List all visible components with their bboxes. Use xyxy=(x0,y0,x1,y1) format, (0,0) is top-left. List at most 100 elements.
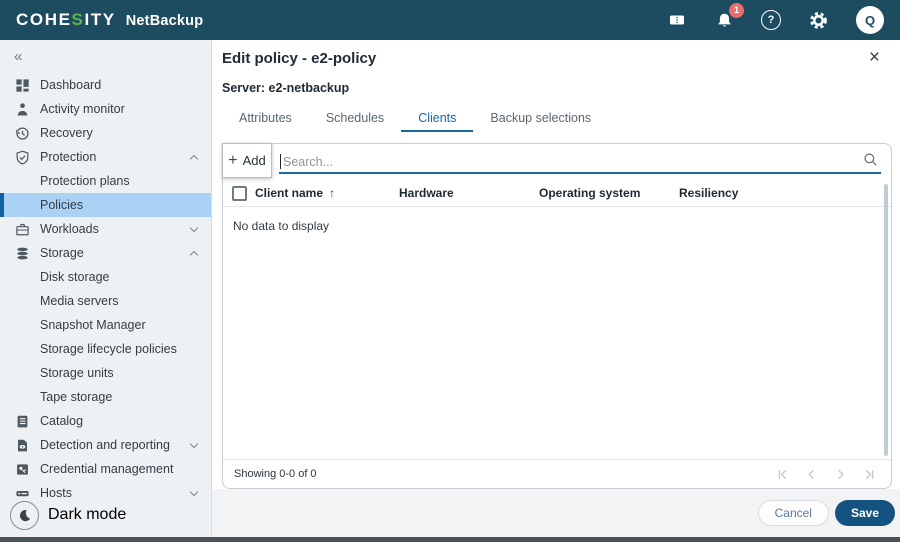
tab-clients[interactable]: Clients xyxy=(401,106,473,132)
sidebar-item-label: Policies xyxy=(40,198,83,212)
notification-badge: 1 xyxy=(729,3,744,18)
window-bottom-edge xyxy=(0,537,900,542)
sidebar-item-snapshot-manager[interactable]: Snapshot Manager xyxy=(0,313,211,337)
sidebar-collapse-button[interactable]: « xyxy=(0,40,211,67)
sidebar-item-label: Detection and reporting xyxy=(40,438,170,452)
sidebar-item-policies[interactable]: Policies xyxy=(0,193,211,217)
sidebar-item-label: Activity monitor xyxy=(40,102,125,116)
column-header-resiliency[interactable]: Resiliency xyxy=(679,186,891,200)
moon-icon xyxy=(10,501,39,530)
search-bar xyxy=(223,144,891,180)
search-focus-underline xyxy=(279,172,881,174)
text-caret xyxy=(280,154,281,169)
chevron-up-icon xyxy=(190,251,198,259)
sidebar-item-label: Disk storage xyxy=(40,270,109,284)
pagination-controls xyxy=(775,467,877,482)
sidebar-item-label: Protection plans xyxy=(40,174,130,188)
tab-attributes[interactable]: Attributes xyxy=(222,106,309,132)
column-header-hardware[interactable]: Hardware xyxy=(399,186,539,200)
dashboard-icon xyxy=(14,77,30,93)
close-icon[interactable]: × xyxy=(857,49,892,67)
sidebar-item-label: Dashboard xyxy=(40,78,101,92)
user-avatar[interactable]: Q xyxy=(856,6,884,34)
help-icon[interactable]: ? xyxy=(760,9,782,31)
chevron-down-icon xyxy=(190,440,198,448)
sidebar-item-protection[interactable]: Protection xyxy=(0,145,211,169)
sidebar-item-label: Recovery xyxy=(40,126,93,140)
sidebar-item-label: Storage lifecycle policies xyxy=(40,342,177,356)
sort-ascending-icon: ↑ xyxy=(329,186,335,200)
showing-count-label: Showing 0-0 of 0 xyxy=(234,468,317,480)
panel-action-bar: Cancel Save xyxy=(212,489,900,537)
storage-icon xyxy=(14,245,30,261)
column-header-client-name[interactable]: Client name↑ xyxy=(255,186,399,200)
first-page-icon[interactable] xyxy=(775,467,790,482)
workloads-icon xyxy=(14,221,30,237)
cancel-button[interactable]: Cancel xyxy=(758,500,829,526)
credential-management-icon xyxy=(14,461,30,477)
empty-state-message: No data to display xyxy=(233,219,329,233)
save-button[interactable]: Save xyxy=(835,500,895,526)
scrollbar-thumb[interactable] xyxy=(884,184,888,456)
sidebar-item-storage[interactable]: Storage xyxy=(0,241,211,265)
next-page-icon[interactable] xyxy=(833,467,848,482)
product-name: NetBackup xyxy=(126,13,204,29)
sidebar-item-detection-and-reporting[interactable]: Detection and reporting xyxy=(0,433,211,457)
sidebar-item-workloads[interactable]: Workloads xyxy=(0,217,211,241)
protection-shield-icon xyxy=(14,149,30,165)
search-icon[interactable] xyxy=(863,152,878,172)
cohesity-logo: COHESITY xyxy=(16,10,116,30)
table-footer: Showing 0-0 of 0 xyxy=(223,459,891,488)
column-header-operating-system[interactable]: Operating system xyxy=(539,186,679,200)
sidebar-item-label: Credential management xyxy=(40,462,173,476)
select-all-checkbox[interactable] xyxy=(232,186,247,201)
sidebar-item-label: Workloads xyxy=(40,222,99,236)
clients-table-card: + Add Client name↑ Hardware Operating sy… xyxy=(222,143,892,489)
chevron-down-icon xyxy=(190,224,198,232)
previous-page-icon[interactable] xyxy=(804,467,819,482)
sidebar-item-dashboard[interactable]: Dashboard xyxy=(0,73,211,97)
table-header-row: Client name↑ Hardware Operating system R… xyxy=(223,180,891,207)
catalog-icon xyxy=(14,413,30,429)
sidebar-item-recovery[interactable]: Recovery xyxy=(0,121,211,145)
chevron-up-icon xyxy=(190,155,198,163)
table-body: No data to display xyxy=(223,207,891,459)
tab-backup-selections[interactable]: Backup selections xyxy=(473,106,608,132)
sidebar-item-catalog[interactable]: Catalog xyxy=(0,409,211,433)
sidebar-item-label: Catalog xyxy=(40,414,83,428)
detection-reporting-icon xyxy=(14,437,30,453)
sidebar-item-label: Snapshot Manager xyxy=(40,318,146,332)
sidebar-item-label: Protection xyxy=(40,150,96,164)
sidebar-item-protection-plans[interactable]: Protection plans xyxy=(0,169,211,193)
sidebar: « Dashboard Activity monitor Recovery Pr… xyxy=(0,40,212,537)
dark-mode-label: Dark mode xyxy=(48,506,126,524)
sidebar-item-disk-storage[interactable]: Disk storage xyxy=(0,265,211,289)
sidebar-item-label: Storage xyxy=(40,246,84,260)
sidebar-item-label: Media servers xyxy=(40,294,119,308)
brand-logo: COHESITY NetBackup xyxy=(16,10,203,30)
search-input[interactable] xyxy=(283,150,847,174)
sidebar-item-storage-units[interactable]: Storage units xyxy=(0,361,211,385)
ticket-icon[interactable] xyxy=(666,9,688,31)
notifications-bell-icon[interactable]: 1 xyxy=(713,9,735,31)
add-button[interactable]: + Add xyxy=(222,143,272,178)
settings-gear-icon[interactable] xyxy=(807,9,829,31)
sidebar-item-credential-management[interactable]: Credential management xyxy=(0,457,211,481)
page-title: Edit policy - e2-policy xyxy=(222,49,376,69)
tab-schedules[interactable]: Schedules xyxy=(309,106,401,132)
dark-mode-toggle[interactable]: Dark mode xyxy=(0,493,211,537)
sidebar-item-activity-monitor[interactable]: Activity monitor xyxy=(0,97,211,121)
edit-policy-panel: Edit policy - e2-policy × Server: e2-net… xyxy=(212,40,900,489)
last-page-icon[interactable] xyxy=(862,467,877,482)
sidebar-item-tape-storage[interactable]: Tape storage xyxy=(0,385,211,409)
sidebar-item-label: Tape storage xyxy=(40,390,112,404)
sidebar-item-media-servers[interactable]: Media servers xyxy=(0,289,211,313)
plus-icon: + xyxy=(228,152,237,170)
server-label: Server: e2-netbackup xyxy=(222,81,892,96)
activity-monitor-icon xyxy=(14,101,30,117)
sidebar-item-storage-lifecycle-policies[interactable]: Storage lifecycle policies xyxy=(0,337,211,361)
recovery-icon xyxy=(14,125,30,141)
tab-bar: Attributes Schedules Clients Backup sele… xyxy=(222,106,892,132)
sidebar-item-label: Storage units xyxy=(40,366,114,380)
top-bar: COHESITY NetBackup 1 ? Q xyxy=(0,0,900,40)
